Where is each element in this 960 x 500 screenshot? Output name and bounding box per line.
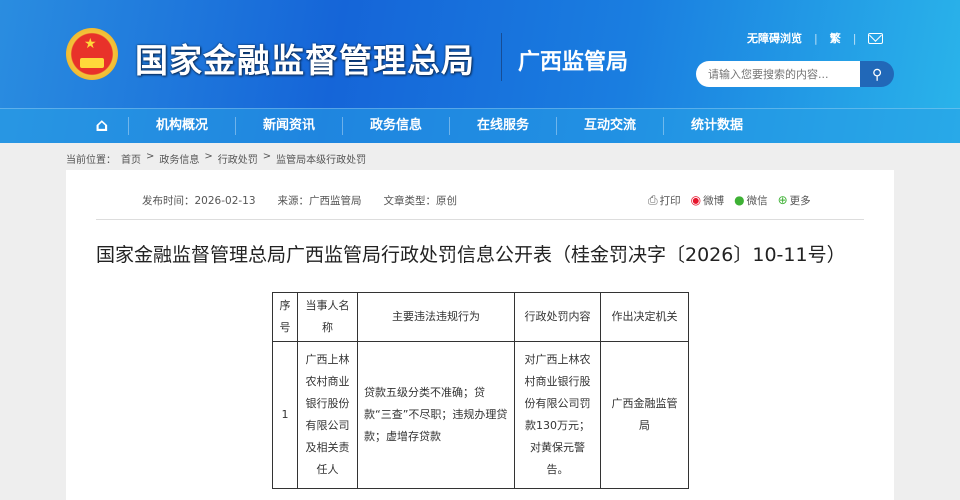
search-button[interactable]: ⚲ [860,61,894,87]
accessibility-link[interactable]: 无障碍浏览 [747,30,802,46]
nav-item[interactable]: 互动交流 [556,117,663,135]
breadcrumb-label: 当前位置： [66,155,116,166]
row-index: 1 [272,341,298,489]
main-nav: ⌂ 机构概况 新闻资讯 政务信息 在线服务 互动交流 统计数据 [0,108,960,143]
authority: 广西金融监管局 [600,341,689,489]
more-button[interactable]: ⊕ 更多 [778,193,811,208]
plus-circle-icon: ⊕ [777,193,788,207]
print-button[interactable]: ⎙ 打印 [648,193,681,208]
breadcrumb-sep: > [204,151,213,162]
article-type: 文章类型：原创 [383,195,458,207]
nav-item[interactable]: 新闻资讯 [235,117,342,135]
breadcrumb-item[interactable]: 监管局本级行政处罚 [276,151,366,166]
search-bar: ⚲ [696,61,894,87]
nav-item[interactable]: 在线服务 [449,117,556,135]
wechat-icon: ● [734,193,745,207]
meta-divider [96,219,864,220]
breadcrumb: 当前位置： 首页 > 政务信息 > 行政处罚 > 监管局本级行政处罚 [66,151,366,166]
violation: 贷款五级分类不准确；贷款“三查”不尽职；违规办理贷款；虚增存贷款 [357,341,515,489]
wechat-button[interactable]: ● 微信 [734,193,767,208]
search-input[interactable] [696,61,861,87]
header-cell: 行政处罚内容 [514,292,601,342]
logo-divider [501,33,502,81]
breadcrumb-sep: > [146,151,155,162]
nav-item[interactable]: 统计数据 [663,117,770,135]
penalty-table: 序号 当事人名称 主要违法违规行为 行政处罚内容 作出决定机关 1 广西上林农村… [272,292,689,489]
search-icon: ⚲ [871,65,883,82]
breadcrumb-item[interactable]: 行政处罚 [218,151,258,166]
mail-icon[interactable] [868,32,884,44]
breadcrumb-item[interactable]: 首页 [121,151,141,166]
org-logo-text[interactable]: 国家金融监督管理总局 [135,34,475,82]
header-cell: 作出决定机关 [600,292,689,342]
breadcrumb-sep: > [262,151,272,162]
nav-item[interactable]: 机构概况 [128,117,235,135]
share-bar: ⎙ 打印 ◉ 微博 ● 微信 ⊕ 更多 [648,193,811,208]
table-header-row: 序号 当事人名称 主要违法违规行为 行政处罚内容 作出决定机关 [272,292,689,342]
weibo-button[interactable]: ◉ 微博 [691,193,724,208]
table-row: 1 广西上林农村商业银行股份有限公司及相关责任人 贷款五级分类不准确；贷款“三查… [272,341,689,489]
header-cell: 序号 [272,292,298,342]
publish-date: 发布时间：2026-02-13 [142,195,256,207]
branch-name: 广西监管局 [518,50,629,75]
article-title: 国家金融监督管理总局广西监管局行政处罚信息公开表（桂金罚决字〔2026〕10-1… [96,244,846,266]
breadcrumb-item[interactable]: 政务信息 [159,151,199,166]
weibo-icon: ◉ [690,193,702,207]
printer-icon: ⎙ [648,193,658,207]
traditional-chinese-link[interactable]: 繁 [830,30,841,46]
article-meta: 发布时间：2026-02-13 来源：广西监管局 文章类型：原创 [142,193,457,208]
source: 来源：广西监管局 [277,195,362,207]
header-cell: 当事人名称 [297,292,358,342]
national-emblem-icon: ★ [66,28,118,80]
party-name: 广西上林农村商业银行股份有限公司及相关责任人 [297,341,358,489]
header-cell: 主要违法违规行为 [357,292,515,342]
home-icon[interactable]: ⌂ [76,117,128,135]
site-header: ★ 国家金融监督管理总局 广西监管局 无障碍浏览 | 繁 | ⚲ ⌂ 机构概况 … [0,0,960,143]
top-links: 无障碍浏览 | 繁 | [747,30,884,46]
penalty: 对广西上林农村商业银行股份有限公司罚款130万元；对黄保元警告。 [514,341,601,489]
nav-item[interactable]: 政务信息 [342,117,449,135]
